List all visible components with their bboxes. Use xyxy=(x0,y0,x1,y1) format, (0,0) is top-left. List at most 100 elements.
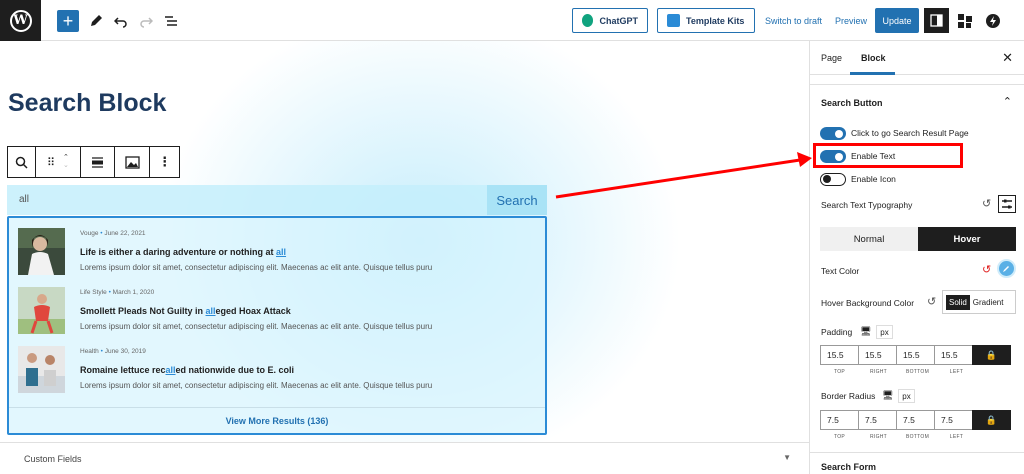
kebab-menu-icon: ⋮ xyxy=(158,154,172,169)
add-block-button[interactable]: + xyxy=(57,10,79,32)
result-thumbnail-image xyxy=(18,287,65,334)
solid-option[interactable]: Solid xyxy=(946,294,970,310)
result-date: June 22, 2021 xyxy=(104,230,146,237)
align-wide-icon xyxy=(91,156,103,168)
radius-top-input[interactable]: 7.5 xyxy=(820,410,859,430)
search-form-heading[interactable]: Search Form xyxy=(821,462,876,472)
section-divider xyxy=(810,84,1024,85)
result-item-3[interactable]: Health • June 30, 2019 Romaine lettuce r… xyxy=(18,346,538,396)
template-kits-label: Template Kits xyxy=(686,15,745,26)
padding-unit-select[interactable]: px xyxy=(876,325,893,339)
tab-block[interactable]: Block xyxy=(861,53,886,63)
text-color-swatch[interactable] xyxy=(997,259,1016,278)
lock-icon: 🔒 xyxy=(985,349,998,360)
padding-bottom-input[interactable]: 15.5 xyxy=(896,345,935,365)
result-title[interactable]: Smollett Pleads Not Guilty in alleged Ho… xyxy=(80,306,291,316)
padding-right-input[interactable]: 15.5 xyxy=(858,345,897,365)
result-item-2[interactable]: Life Style • March 1, 2020 Smollett Plea… xyxy=(18,287,538,337)
media-button[interactable] xyxy=(115,147,151,177)
update-button[interactable]: Update xyxy=(875,8,919,33)
desktop-icon[interactable]: 🖥 xyxy=(860,326,871,337)
settings-panel-toggle[interactable] xyxy=(924,8,949,33)
search-button[interactable]: Search xyxy=(487,185,547,215)
hover-background-label: Hover Background Color xyxy=(821,298,915,308)
undo-icon xyxy=(114,17,127,28)
toggle-switch[interactable] xyxy=(820,127,846,140)
drag-handle-icon[interactable]: ⠿ xyxy=(47,156,55,169)
padding-top-input[interactable]: 15.5 xyxy=(820,345,859,365)
toggle-switch[interactable] xyxy=(820,173,846,186)
radius-side-labels: TOP RIGHT BOTTOM LEFT xyxy=(833,434,964,440)
edit-tool-button[interactable] xyxy=(85,10,107,32)
result-category: Health xyxy=(80,348,99,355)
block-library-button[interactable] xyxy=(952,8,977,33)
blocks-icon xyxy=(957,13,972,28)
redo-button[interactable] xyxy=(135,10,157,32)
search-input[interactable]: all xyxy=(19,194,29,205)
drag-move-group[interactable]: ⠿ ⌃ ⌄ xyxy=(36,147,82,177)
page-title[interactable]: Search Block xyxy=(8,89,166,118)
view-more-results-link[interactable]: View More Results (136) xyxy=(9,407,545,433)
eyedropper-icon xyxy=(1003,266,1009,272)
annotation-highlight-box xyxy=(813,143,963,168)
result-title[interactable]: Life is either a daring adventure or not… xyxy=(80,247,286,257)
undo-button[interactable] xyxy=(110,10,132,32)
result-item-1[interactable]: Vouge • June 22, 2021 Life is either a d… xyxy=(18,228,538,278)
toggle-label: Click to go Search Result Page xyxy=(851,128,969,138)
state-tabs: Normal Hover xyxy=(820,227,1016,251)
toggle-enable-icon[interactable]: Enable Icon xyxy=(820,173,1020,187)
editor-canvas: Search Block ⠿ ⌃ ⌄ ⋮ all Search Vouge • … xyxy=(0,41,809,474)
padding-left-input[interactable]: 15.5 xyxy=(934,345,973,365)
document-overview-button[interactable] xyxy=(160,10,182,32)
result-meta: Vouge • June 22, 2021 xyxy=(80,230,146,237)
plugin-button[interactable] xyxy=(980,8,1005,33)
reset-color-icon[interactable]: ↺ xyxy=(982,263,991,276)
preview-link[interactable]: Preview xyxy=(835,16,867,26)
chatgpt-button[interactable]: ChatGPT xyxy=(572,8,648,33)
search-button-heading[interactable]: Search Button xyxy=(821,98,883,108)
result-category: Life Style xyxy=(80,289,107,296)
close-icon[interactable]: ✕ xyxy=(1002,50,1013,66)
radius-bottom-input[interactable]: 7.5 xyxy=(896,410,935,430)
switch-to-draft-link[interactable]: Switch to draft xyxy=(765,16,822,26)
image-icon xyxy=(124,155,140,169)
radius-link-button[interactable]: 🔒 xyxy=(972,410,1011,430)
more-options-button[interactable]: ⋮ xyxy=(150,147,179,177)
reset-icon[interactable]: ↺ xyxy=(982,197,991,210)
template-kits-button[interactable]: Template Kits xyxy=(657,8,755,33)
block-type-button[interactable] xyxy=(8,147,36,177)
tab-normal[interactable]: Normal xyxy=(820,227,918,251)
tab-page[interactable]: Page xyxy=(821,53,842,63)
sidebar-icon xyxy=(930,14,943,27)
result-thumbnail-image xyxy=(18,346,65,393)
template-kits-icon xyxy=(667,14,680,27)
chevron-up-icon[interactable]: ⌃ xyxy=(1003,95,1012,108)
custom-fields-panel[interactable]: Custom Fields ▼ xyxy=(0,442,809,474)
result-excerpt: Lorems ipsum dolor sit amet, consectetur… xyxy=(80,263,433,272)
radius-unit-select[interactable]: px xyxy=(898,389,915,403)
desktop-icon[interactable]: 🖥 xyxy=(882,390,893,401)
move-arrows-icon[interactable]: ⌃ ⌄ xyxy=(63,154,69,170)
padding-label: Padding xyxy=(821,327,853,337)
toggle-search-result-page[interactable]: Click to go Search Result Page xyxy=(820,127,1020,141)
wordpress-logo-button[interactable]: W xyxy=(0,0,41,41)
radius-right-input[interactable]: 7.5 xyxy=(858,410,897,430)
reset-icon[interactable]: ↺ xyxy=(927,295,936,308)
chatgpt-label: ChatGPT xyxy=(599,15,638,26)
result-category: Vouge xyxy=(80,230,99,237)
toggle-label: Enable Icon xyxy=(851,174,896,184)
padding-link-button[interactable]: 🔒 xyxy=(972,345,1011,365)
result-date: March 1, 2020 xyxy=(112,289,155,296)
editor-top-bar: W + ChatGPT Template Kits Switch to draf… xyxy=(0,0,1024,41)
gradient-option[interactable]: Gradient xyxy=(970,295,1007,310)
active-tab-indicator xyxy=(850,72,895,75)
caret-down-icon: ▼ xyxy=(783,453,791,462)
redo-icon xyxy=(140,17,153,28)
list-view-icon xyxy=(165,16,177,26)
align-button[interactable] xyxy=(81,147,115,177)
typography-settings-button[interactable] xyxy=(998,195,1016,213)
radius-left-input[interactable]: 7.5 xyxy=(934,410,973,430)
result-title[interactable]: Romaine lettuce recalled nationwide due … xyxy=(80,365,294,375)
result-excerpt: Lorems ipsum dolor sit amet, consectetur… xyxy=(80,381,433,390)
tab-hover[interactable]: Hover xyxy=(918,227,1016,251)
